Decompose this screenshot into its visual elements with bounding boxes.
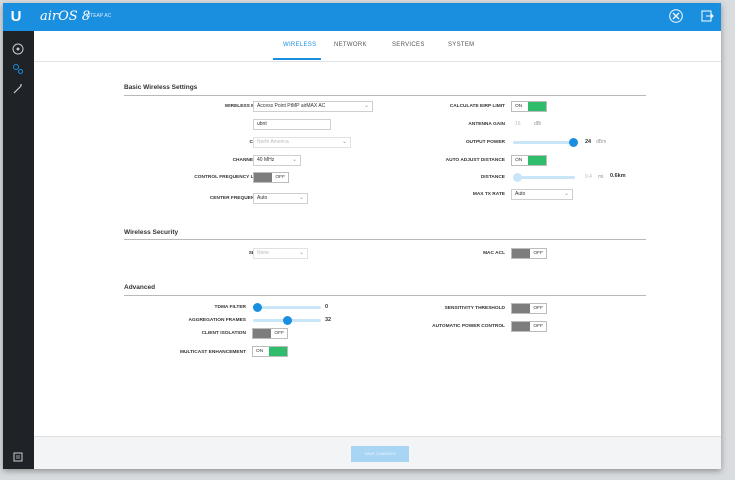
settings-icon[interactable] — [11, 63, 25, 77]
center-frequency-value: Auto — [257, 195, 268, 201]
logout-icon[interactable] — [700, 9, 714, 23]
footer-bar: SAVE CHANGES — [34, 436, 721, 469]
output-power-slider-thumb[interactable] — [569, 138, 578, 147]
output-power-label: OUTPUT POWER — [465, 140, 505, 145]
brand-name: airOS 8 — [40, 9, 91, 24]
chevron-down-icon: ⌄ — [298, 195, 304, 201]
toggle-knob — [528, 102, 546, 111]
max-tx-rate-label: MAX TX RATE — [472, 192, 505, 197]
chevron-down-icon: ⌄ — [298, 250, 304, 256]
tdma-filter-slider-thumb[interactable] — [253, 303, 262, 312]
calculate-eirp-label: CALCULATE EIRP LIMIT — [449, 104, 505, 109]
tdma-filter-value: 0 — [325, 304, 329, 310]
toggle-state: ON — [515, 158, 523, 163]
wireless-mode-value: Access Point PtMP airMAX AC — [257, 103, 326, 109]
mac-acl-toggle[interactable]: OFF — [511, 248, 547, 259]
aggregation-frames-slider-thumb[interactable] — [283, 316, 292, 325]
divider — [124, 239, 646, 240]
save-changes-button[interactable]: SAVE CHANGES — [351, 446, 409, 462]
tab-network[interactable]: NETWORK — [334, 42, 367, 48]
country-value: North America — [257, 139, 289, 145]
section-title-basic: Basic Wireless Settings — [124, 84, 198, 91]
distance-miles-value: 0.4 — [585, 174, 592, 180]
output-power-unit: dBm — [596, 139, 607, 145]
wand-icon[interactable] — [11, 83, 25, 97]
auto-adjust-distance-label: AUTO ADJUST DISTANCE — [445, 158, 505, 163]
center-frequency-select[interactable]: Auto ⌄ — [253, 193, 308, 204]
aggregation-frames-label: AGGREGATION FRAMES — [188, 318, 246, 323]
sidebar — [3, 31, 34, 469]
tab-system[interactable]: SYSTEM — [448, 42, 474, 48]
distance-slider-track[interactable] — [513, 176, 575, 179]
tab-wireless[interactable]: WIRELESS — [283, 42, 316, 48]
toggle-state: ON — [515, 104, 523, 109]
multicast-enhancement-label: MULTICAST ENHANCEMENT — [180, 350, 246, 355]
distance-km-value: 0.6km — [610, 173, 626, 179]
automatic-power-control-label: AUTOMATIC POWER CONTROL — [432, 324, 505, 329]
tab-bar: WIRELESS NETWORK SERVICES SYSTEM — [34, 31, 721, 62]
log-icon[interactable] — [11, 451, 25, 465]
tdma-filter-label: TDMA FILTER — [214, 305, 246, 310]
toggle-knob — [512, 304, 530, 313]
distance-slider-thumb[interactable] — [513, 173, 522, 182]
security-value: None — [257, 250, 269, 256]
ubiquiti-logo-icon[interactable]: U — [9, 8, 23, 25]
calculate-eirp-toggle[interactable]: ON — [511, 101, 547, 112]
toggle-state: OFF — [533, 251, 543, 256]
toggle-state: OFF — [533, 306, 543, 311]
active-tab-indicator — [273, 58, 321, 60]
max-tx-rate-value: Auto — [515, 191, 526, 197]
antenna-gain-label: ANTENNA GAIN — [468, 122, 505, 127]
device-model: LITEAP AC — [86, 13, 112, 19]
app-window: U airOS 8 LITEAP AC WIRELESS NETWORK SER… — [3, 3, 721, 469]
sensitivity-threshold-label: SENSITIVITY THRESHOLD — [444, 306, 505, 311]
chevron-down-icon: ⌄ — [363, 103, 369, 109]
antenna-gain-value: 16 — [515, 121, 521, 127]
toggle-knob — [512, 249, 530, 258]
chevron-down-icon: ⌄ — [563, 191, 569, 197]
client-isolation-toggle[interactable]: OFF — [252, 328, 288, 339]
sensitivity-threshold-toggle[interactable]: OFF — [511, 303, 547, 314]
distance-miles-unit: mi. — [598, 174, 605, 180]
toggle-state: OFF — [275, 175, 285, 180]
distance-label: DISTANCE — [480, 175, 505, 180]
channel-width-select[interactable]: 40 MHz ⌄ — [253, 155, 301, 166]
output-power-value: 24 — [585, 139, 592, 145]
client-isolation-label: CLIENT ISOLATION — [201, 331, 246, 336]
security-select[interactable]: None ⌄ — [253, 248, 308, 259]
tab-services[interactable]: SERVICES — [392, 42, 425, 48]
multicast-enhancement-toggle[interactable]: ON — [252, 346, 288, 357]
chevron-down-icon: ⌄ — [291, 157, 297, 163]
tdma-filter-slider-track[interactable] — [253, 306, 321, 309]
dashboard-icon[interactable] — [11, 43, 25, 57]
toggle-knob — [528, 156, 546, 165]
output-power-slider-track[interactable] — [513, 141, 575, 144]
toggle-state: OFF — [533, 324, 543, 329]
mac-acl-label: MAC ACL — [483, 251, 505, 256]
wireless-mode-select[interactable]: Access Point PtMP airMAX AC ⌄ — [253, 101, 373, 112]
divider — [124, 95, 646, 96]
aggregation-frames-value: 32 — [325, 317, 332, 323]
toggle-knob — [253, 329, 271, 338]
control-frequency-toggle[interactable]: OFF — [253, 172, 289, 183]
section-title-advanced: Advanced — [124, 284, 156, 291]
country-select[interactable]: North America ⌄ — [253, 137, 351, 148]
channel-width-value: 40 MHz — [257, 157, 275, 163]
toggle-knob — [254, 173, 272, 182]
toggle-state: ON — [256, 349, 264, 354]
divider — [124, 295, 646, 296]
antenna-gain-unit: dBi — [534, 121, 542, 127]
max-tx-rate-select[interactable]: Auto ⌄ — [511, 189, 573, 200]
top-bar: U airOS 8 LITEAP AC — [3, 3, 721, 31]
settings-content: Basic Wireless Settings WIRELESS MODE [?… — [34, 61, 721, 436]
automatic-power-control-toggle[interactable]: OFF — [511, 321, 547, 332]
toggle-state: OFF — [274, 331, 284, 336]
toggle-knob — [269, 347, 287, 356]
section-title-security: Wireless Security — [124, 229, 179, 236]
tools-icon[interactable] — [669, 9, 683, 23]
ssid-field[interactable]: ubnt — [253, 119, 331, 130]
toggle-knob — [512, 322, 530, 331]
chevron-down-icon: ⌄ — [341, 139, 347, 145]
auto-adjust-distance-toggle[interactable]: ON — [511, 155, 547, 166]
